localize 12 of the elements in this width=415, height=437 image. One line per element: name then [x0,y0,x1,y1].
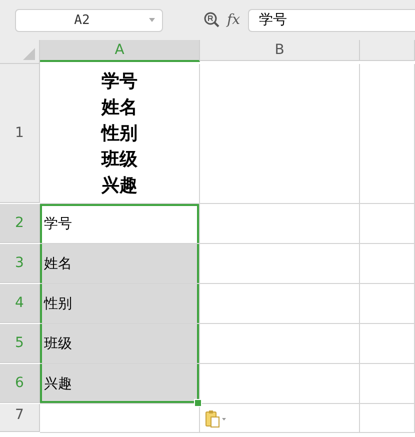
table-cell[interactable]: 学号 姓名 性别 班级 兴趣 [40,64,200,204]
row-header[interactable]: 7 [0,404,40,432]
table-cell[interactable]: 学号 [40,204,200,244]
table-cell[interactable]: 姓名 [40,244,200,284]
formula-field[interactable]: 学号 [248,8,415,32]
table-cell[interactable]: 性别 [40,284,200,324]
column-header[interactable]: B [200,40,360,61]
table-cell[interactable]: 班级 [40,324,200,364]
table-cell[interactable]: 兴趣 [40,364,200,404]
name-box[interactable]: A2 [15,8,163,32]
row-header[interactable]: 1 [0,64,40,203]
function-label[interactable]: fx [227,12,240,28]
